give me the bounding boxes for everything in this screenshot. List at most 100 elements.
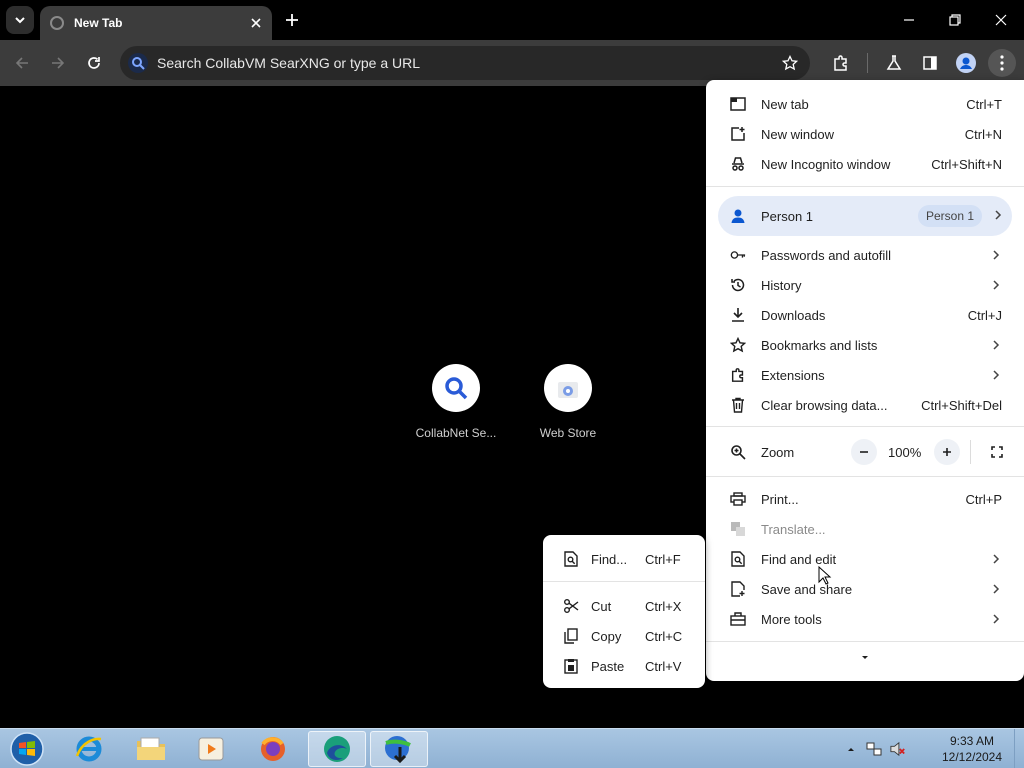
taskbar-chrome-installer[interactable] [370, 731, 428, 767]
zoom-label: Zoom [761, 445, 795, 460]
tray-network[interactable] [866, 741, 882, 757]
puzzle-icon [730, 367, 746, 383]
puzzle-icon [834, 55, 847, 71]
omnibox[interactable]: Search CollabVM SearXNG or type a URL [120, 46, 810, 80]
restore-button[interactable] [932, 0, 978, 40]
zoom-in-button[interactable] [934, 439, 960, 465]
copy-icon [563, 628, 579, 644]
close-icon [251, 18, 261, 28]
find-in-page-icon [730, 551, 746, 567]
submenu-item-paste[interactable]: Paste Ctrl+V [543, 651, 705, 681]
taskbar-internet-explorer[interactable] [60, 731, 118, 767]
menu-item-shortcut: Ctrl+J [967, 308, 1002, 323]
extensions-button[interactable] [827, 49, 855, 77]
web-store-icon [558, 382, 578, 398]
bookmark-star-button[interactable] [778, 51, 802, 75]
taskbar-media-player[interactable] [182, 731, 240, 767]
menu-item-clear-data[interactable]: Clear browsing data... Ctrl+Shift+Del [706, 390, 1024, 420]
kebab-menu-icon [1000, 55, 1004, 71]
plus-icon [943, 448, 951, 456]
shortcut-icon-circle [544, 364, 592, 412]
arrow-left-icon [15, 57, 28, 69]
show-desktop-button[interactable] [1014, 729, 1024, 768]
reload-icon [88, 57, 100, 69]
menu-item-label: Find and edit [761, 552, 837, 567]
tray-show-hidden-button[interactable] [843, 741, 859, 757]
chrome-main-menu: New tab Ctrl+T New window Ctrl+N New Inc… [706, 80, 1024, 681]
menu-item-find-edit[interactable]: Find and edit [706, 544, 1024, 574]
profile-button[interactable] [952, 49, 980, 77]
media-player-icon [198, 737, 224, 761]
restore-icon [949, 14, 961, 26]
menu-item-print[interactable]: Print... Ctrl+P [706, 484, 1024, 514]
start-button[interactable] [6, 731, 48, 767]
shortcut-web-store[interactable]: Web Store [518, 364, 618, 440]
labs-button[interactable] [880, 49, 908, 77]
translate-icon [730, 521, 746, 537]
zoom-icon [730, 444, 746, 463]
shortcut-collabnet[interactable]: CollabNet Se... [406, 364, 506, 440]
toolbar-separator [867, 53, 868, 73]
menu-item-new-window[interactable]: New window Ctrl+N [706, 119, 1024, 149]
download-icon [730, 307, 746, 323]
menu-item-extensions[interactable]: Extensions [706, 360, 1024, 390]
forward-button[interactable] [44, 49, 72, 77]
omnibox-placeholder: Search CollabVM SearXNG or type a URL [157, 55, 420, 71]
submenu-item-label: Paste [591, 659, 625, 674]
menu-divider [706, 641, 1024, 642]
menu-item-shortcut: Ctrl+T [966, 97, 1002, 112]
mouse-cursor-icon [818, 566, 832, 585]
menu-item-new-tab[interactable]: New tab Ctrl+T [706, 89, 1024, 119]
minimize-button[interactable] [886, 0, 932, 40]
submenu-item-find[interactable]: Find... Ctrl+F [543, 544, 705, 574]
taskbar-edge[interactable] [308, 731, 366, 767]
taskbar-firefox[interactable] [244, 731, 302, 767]
history-icon [730, 277, 746, 293]
new-tab-button[interactable] [280, 8, 304, 32]
avatar-icon [956, 53, 976, 73]
menu-item-downloads[interactable]: Downloads Ctrl+J [706, 300, 1024, 330]
close-window-button[interactable] [978, 0, 1024, 40]
menu-item-translate[interactable]: Translate... [706, 514, 1024, 544]
zoom-level: 100% [888, 445, 922, 460]
chevron-right-icon [994, 208, 1002, 226]
submenu-item-shortcut: Ctrl+C [645, 629, 683, 644]
side-panel-icon [923, 56, 937, 70]
submenu-item-label: Find... [591, 552, 628, 567]
menu-item-incognito[interactable]: New Incognito window Ctrl+Shift+N [706, 149, 1024, 179]
reload-button[interactable] [80, 49, 108, 77]
back-button[interactable] [8, 49, 36, 77]
menu-item-label: History [761, 278, 802, 293]
menu-item-profile[interactable]: Person 1 Person 1 [718, 196, 1012, 236]
star-icon [730, 337, 746, 353]
menu-item-label: Save and share [761, 582, 853, 597]
chevron-right-icon [990, 247, 1002, 263]
menu-item-history[interactable]: History [706, 270, 1024, 300]
taskbar-file-explorer[interactable] [122, 731, 180, 767]
close-icon [995, 14, 1007, 26]
submenu-item-shortcut: Ctrl+X [645, 599, 682, 614]
find-edit-submenu: Find... Ctrl+F Cut Ctrl+X Copy Ctrl+C Pa… [543, 535, 705, 688]
menu-item-bookmarks[interactable]: Bookmarks and lists [706, 330, 1024, 360]
side-panel-button[interactable] [916, 49, 944, 77]
person-icon [730, 208, 746, 229]
submenu-item-copy[interactable]: Copy Ctrl+C [543, 621, 705, 651]
fullscreen-button[interactable] [988, 443, 1006, 461]
menu-zoom-row: Zoom 100% [706, 436, 1024, 468]
tab-search-button[interactable] [6, 6, 34, 34]
taskbar-clock[interactable]: 9:33 AM 12/12/2024 [932, 733, 1012, 765]
tab-new-tab[interactable]: New Tab [40, 6, 272, 40]
tab-close-button[interactable] [246, 13, 266, 33]
chrome-favicon-icon [50, 16, 64, 30]
trash-icon [730, 397, 746, 413]
menu-button[interactable] [988, 49, 1016, 77]
menu-item-save-share[interactable]: Save and share [706, 574, 1024, 604]
zoom-out-button[interactable] [851, 439, 877, 465]
arrow-right-icon [52, 57, 65, 69]
menu-item-passwords[interactable]: Passwords and autofill [706, 240, 1024, 270]
submenu-item-cut[interactable]: Cut Ctrl+X [543, 591, 705, 621]
menu-item-more-tools[interactable]: More tools [706, 604, 1024, 634]
tray-volume[interactable] [890, 741, 906, 757]
windows-logo-icon [10, 732, 44, 766]
scroll-down-arrow-icon[interactable] [860, 653, 870, 661]
